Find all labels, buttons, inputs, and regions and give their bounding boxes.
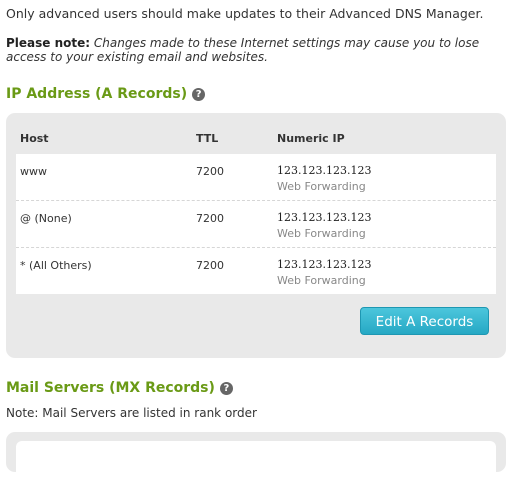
a-records-table: Host TTL Numeric IP www 7200 123.123.123… <box>16 122 496 294</box>
host-cell: @ (None) <box>20 212 72 225</box>
ip-value: 123.123.123.123 <box>277 211 372 224</box>
mx-records-note: Note: Mail Servers are listed in rank or… <box>6 406 257 420</box>
ip-forwarding-label: Web Forwarding <box>277 274 366 287</box>
mx-records-table <box>16 441 496 481</box>
note-label: Please note: <box>6 36 91 50</box>
ip-value: 123.123.123.123 <box>277 164 372 177</box>
ttl-cell: 7200 <box>196 165 224 178</box>
mx-records-panel <box>6 432 506 481</box>
intro-text: Only advanced users should make updates … <box>6 6 484 21</box>
mx-records-heading: Mail Servers (MX Records) ? <box>6 380 233 396</box>
mx-records-title: Mail Servers (MX Records) <box>6 380 215 396</box>
ip-forwarding-label: Web Forwarding <box>277 227 366 240</box>
ip-forwarding-label: Web Forwarding <box>277 180 366 193</box>
table-row: * (All Others) 7200 123.123.123.123 Web … <box>16 248 496 294</box>
ttl-cell: 7200 <box>196 212 224 225</box>
help-icon[interactable]: ? <box>192 87 206 101</box>
ip-cell: 123.123.123.123 Web Forwarding <box>277 248 487 287</box>
a-records-title: IP Address (A Records) <box>6 86 188 102</box>
a-records-heading: IP Address (A Records) ? <box>6 86 206 102</box>
ip-cell: 123.123.123.123 Web Forwarding <box>277 154 487 193</box>
table-header: Host TTL Numeric IP <box>16 122 496 154</box>
column-header-ttl: TTL <box>196 131 219 145</box>
edit-a-records-button[interactable]: Edit A Records <box>360 307 489 335</box>
column-header-host: Host <box>20 131 49 145</box>
table-row: www 7200 123.123.123.123 Web Forwarding <box>16 154 496 201</box>
host-cell: www <box>20 165 47 178</box>
column-header-numeric-ip: Numeric IP <box>277 131 345 145</box>
ttl-cell: 7200 <box>196 259 224 272</box>
help-icon[interactable]: ? <box>219 381 233 395</box>
ip-cell: 123.123.123.123 Web Forwarding <box>277 201 487 240</box>
a-records-panel: Host TTL Numeric IP www 7200 123.123.123… <box>6 113 506 358</box>
table-row: @ (None) 7200 123.123.123.123 Web Forwar… <box>16 201 496 248</box>
host-cell: * (All Others) <box>20 259 92 272</box>
warning-note: Please note: Changes made to these Inter… <box>6 36 506 64</box>
ip-value: 123.123.123.123 <box>277 258 372 271</box>
